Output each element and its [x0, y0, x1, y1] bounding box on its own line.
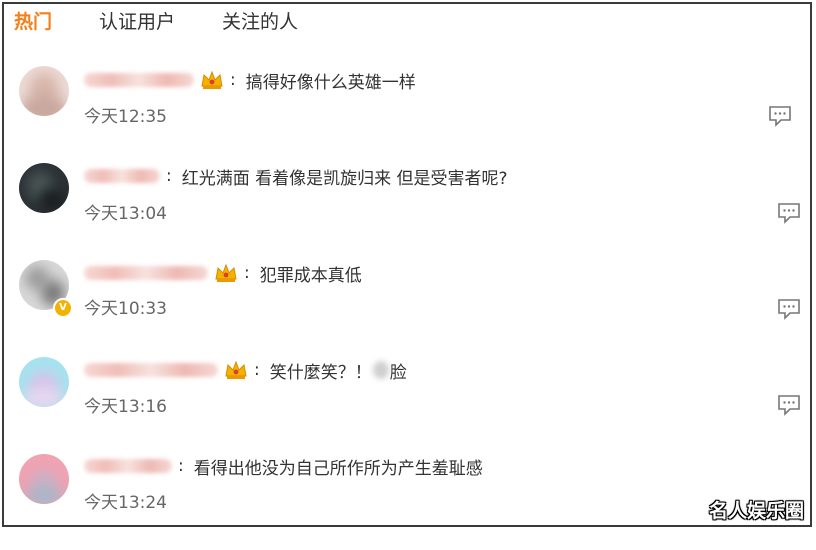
crown-icon	[201, 70, 223, 89]
avatar[interactable]	[19, 357, 69, 407]
comment-text: 红光满面 看着像是凯旋归来 但是受害者呢?	[181, 168, 508, 189]
tab-hot[interactable]: 热门	[14, 7, 52, 34]
username-blurred[interactable]	[84, 169, 160, 183]
comment-line: : 笑什麼笑？！ 脸	[84, 358, 407, 383]
watermark: 名人娱乐圈	[708, 500, 804, 522]
comment-time: 今天13:16	[84, 397, 167, 417]
separator-colon: :	[178, 456, 184, 476]
comment-item: : 红光满面 看着像是凯旋归来 但是受害者呢? 今天13:04	[0, 163, 816, 259]
comment-time: 今天13:24	[84, 493, 167, 513]
username-blurred[interactable]	[84, 363, 218, 377]
comment-item: : 笑什麼笑？！ 脸 今天13:16	[0, 357, 816, 453]
avatar[interactable]	[19, 454, 69, 504]
separator-colon: :	[244, 263, 250, 283]
comment-tabs: 热门 认证用户 关注的人	[14, 6, 345, 34]
comment-line: : 看得出他没为自己所作所为产生羞耻感	[84, 454, 483, 479]
avatar[interactable]	[19, 163, 69, 213]
comment-line: : 搞得好像什么英雄一样	[84, 68, 416, 93]
username-blurred[interactable]	[84, 73, 194, 87]
comment-text: 犯罪成本真低	[259, 265, 362, 286]
tab-verified-users[interactable]: 认证用户	[99, 7, 175, 34]
comment-text: 看得出他没为自己所作所为产生羞耻感	[193, 458, 483, 479]
comment-line: : 红光满面 看着像是凯旋归来 但是受害者呢?	[84, 164, 508, 189]
comment-time: 今天10:33	[84, 299, 167, 319]
verified-badge: V	[53, 298, 73, 318]
comment-text: 搞得好像什么英雄一样	[245, 72, 416, 93]
comment-item: V : 犯罪成本真低 今天10:33	[0, 260, 816, 356]
comment-line: : 犯罪成本真低	[84, 261, 362, 286]
crown-icon	[225, 360, 247, 379]
blurred-emoji	[372, 361, 389, 379]
avatar[interactable]	[19, 66, 69, 116]
username-blurred[interactable]	[84, 266, 208, 280]
comment-time: 今天13:04	[84, 204, 167, 224]
separator-colon: :	[166, 166, 172, 186]
comment-text-tail: 脸	[389, 362, 407, 383]
tab-following[interactable]: 关注的人	[222, 7, 298, 34]
reply-comment-icon[interactable]	[777, 298, 801, 320]
username-blurred[interactable]	[84, 459, 172, 473]
reply-comment-icon[interactable]	[777, 394, 801, 416]
reply-comment-icon[interactable]	[768, 105, 792, 127]
reply-comment-icon[interactable]	[777, 202, 801, 224]
comment-text: 笑什麼笑？！	[269, 362, 372, 383]
separator-colon: :	[230, 70, 236, 90]
comment-item: : 搞得好像什么英雄一样 今天12:35	[0, 66, 816, 162]
comment-time: 今天12:35	[84, 107, 167, 127]
separator-colon: :	[254, 360, 260, 380]
comment-item: : 看得出他没为自己所作所为产生羞耻感 今天13:24	[0, 454, 816, 550]
crown-icon	[215, 263, 237, 282]
